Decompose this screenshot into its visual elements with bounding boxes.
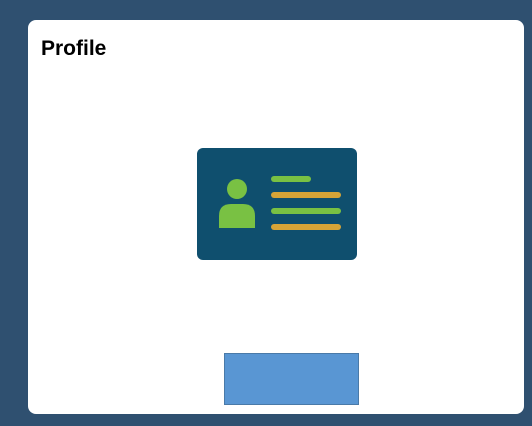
profile-tile[interactable]: Profile <box>28 20 524 414</box>
id-card-icon <box>197 148 357 260</box>
tile-action-button[interactable] <box>224 353 359 405</box>
tile-title: Profile <box>41 37 107 60</box>
